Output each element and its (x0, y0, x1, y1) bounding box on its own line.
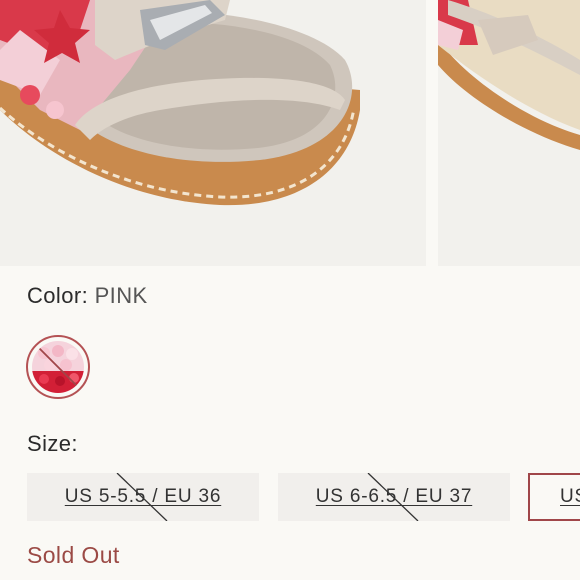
color-selector-label: Color: PINK (27, 283, 148, 309)
size-option-label: US (560, 486, 580, 507)
pink-swatch-icon (32, 341, 84, 393)
product-photo-thumbnail[interactable] (438, 0, 580, 266)
color-label: Color: (27, 283, 89, 308)
size-option-us5-eu36[interactable]: US 5-5.5 / EU 36 (27, 473, 259, 521)
size-option-label: US 5-5.5 / EU 36 (64, 486, 222, 507)
size-label: Size: (27, 431, 78, 456)
product-image-gallery (0, 0, 580, 268)
size-option-label: US 6-6.5 / EU 37 (315, 486, 473, 507)
stock-status: Sold Out (27, 542, 120, 568)
color-swatch-pink[interactable] (26, 335, 90, 399)
sandal-side-illustration (438, 0, 580, 266)
size-option-selected[interactable]: US (528, 473, 580, 521)
size-option-us6-eu37[interactable]: US 6-6.5 / EU 37 (278, 473, 510, 521)
product-photo-main[interactable] (0, 0, 426, 266)
color-value: PINK (94, 283, 148, 308)
sandal-illustration (0, 0, 426, 266)
